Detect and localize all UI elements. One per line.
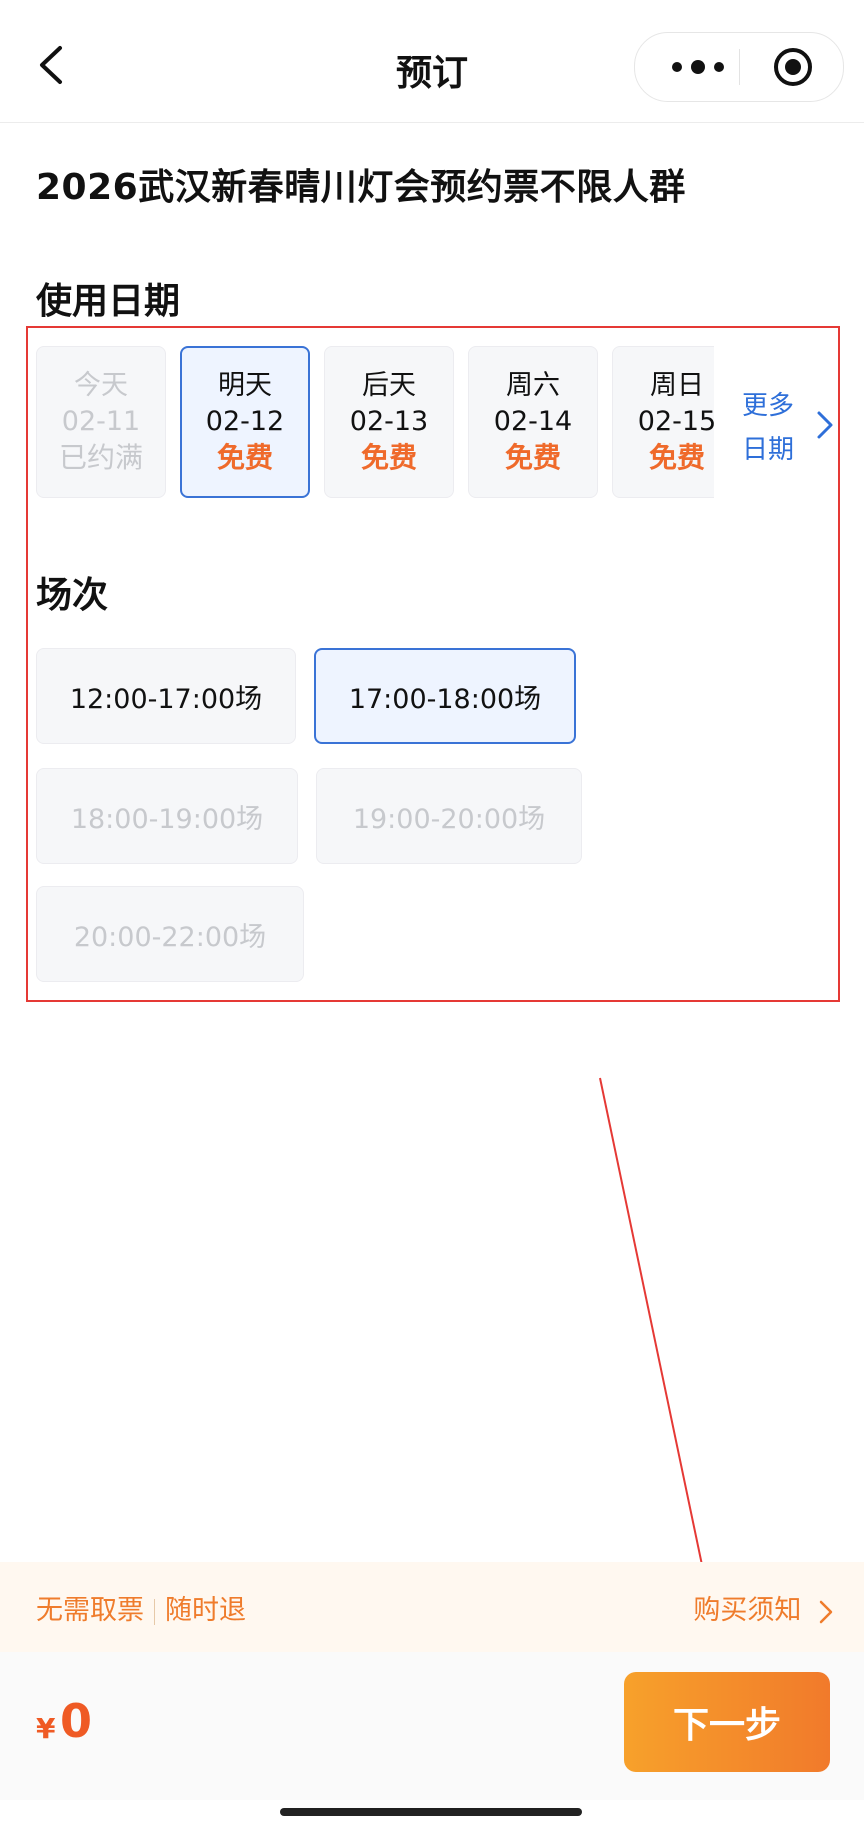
more-options-icon[interactable] [663,47,733,87]
purchase-notice-link[interactable]: 购买须知 [693,1588,834,1627]
product-title: 2026武汉新春晴川灯会预约票不限人群 [36,167,686,208]
close-miniprogram-icon[interactable] [771,45,815,89]
next-step-button[interactable]: 下一步 [624,1672,830,1772]
chevron-right-icon [819,1600,833,1623]
annotation-highlight-box [26,326,840,1002]
notice-divider [154,1598,155,1625]
capsule-divider [739,49,740,85]
ticket-policy: 无需取票 随时退 [36,1588,246,1627]
navigation-bar: 预订 [0,0,864,123]
mini-program-capsule [634,32,844,102]
purchase-notice-label: 购买须知 [693,1595,802,1626]
no-pickup-label: 无需取票 [36,1595,144,1626]
notice-bar: 无需取票 随时退 购买须知 [0,1562,864,1652]
refund-anytime-label: 随时退 [165,1595,246,1626]
checkout-bar: ¥ 0 下一步 [0,1652,864,1800]
date-section-label: 使用日期 [36,281,181,322]
home-indicator [280,1808,582,1816]
total-price: 0 [60,1694,93,1748]
currency-symbol: ¥ [36,1712,56,1745]
